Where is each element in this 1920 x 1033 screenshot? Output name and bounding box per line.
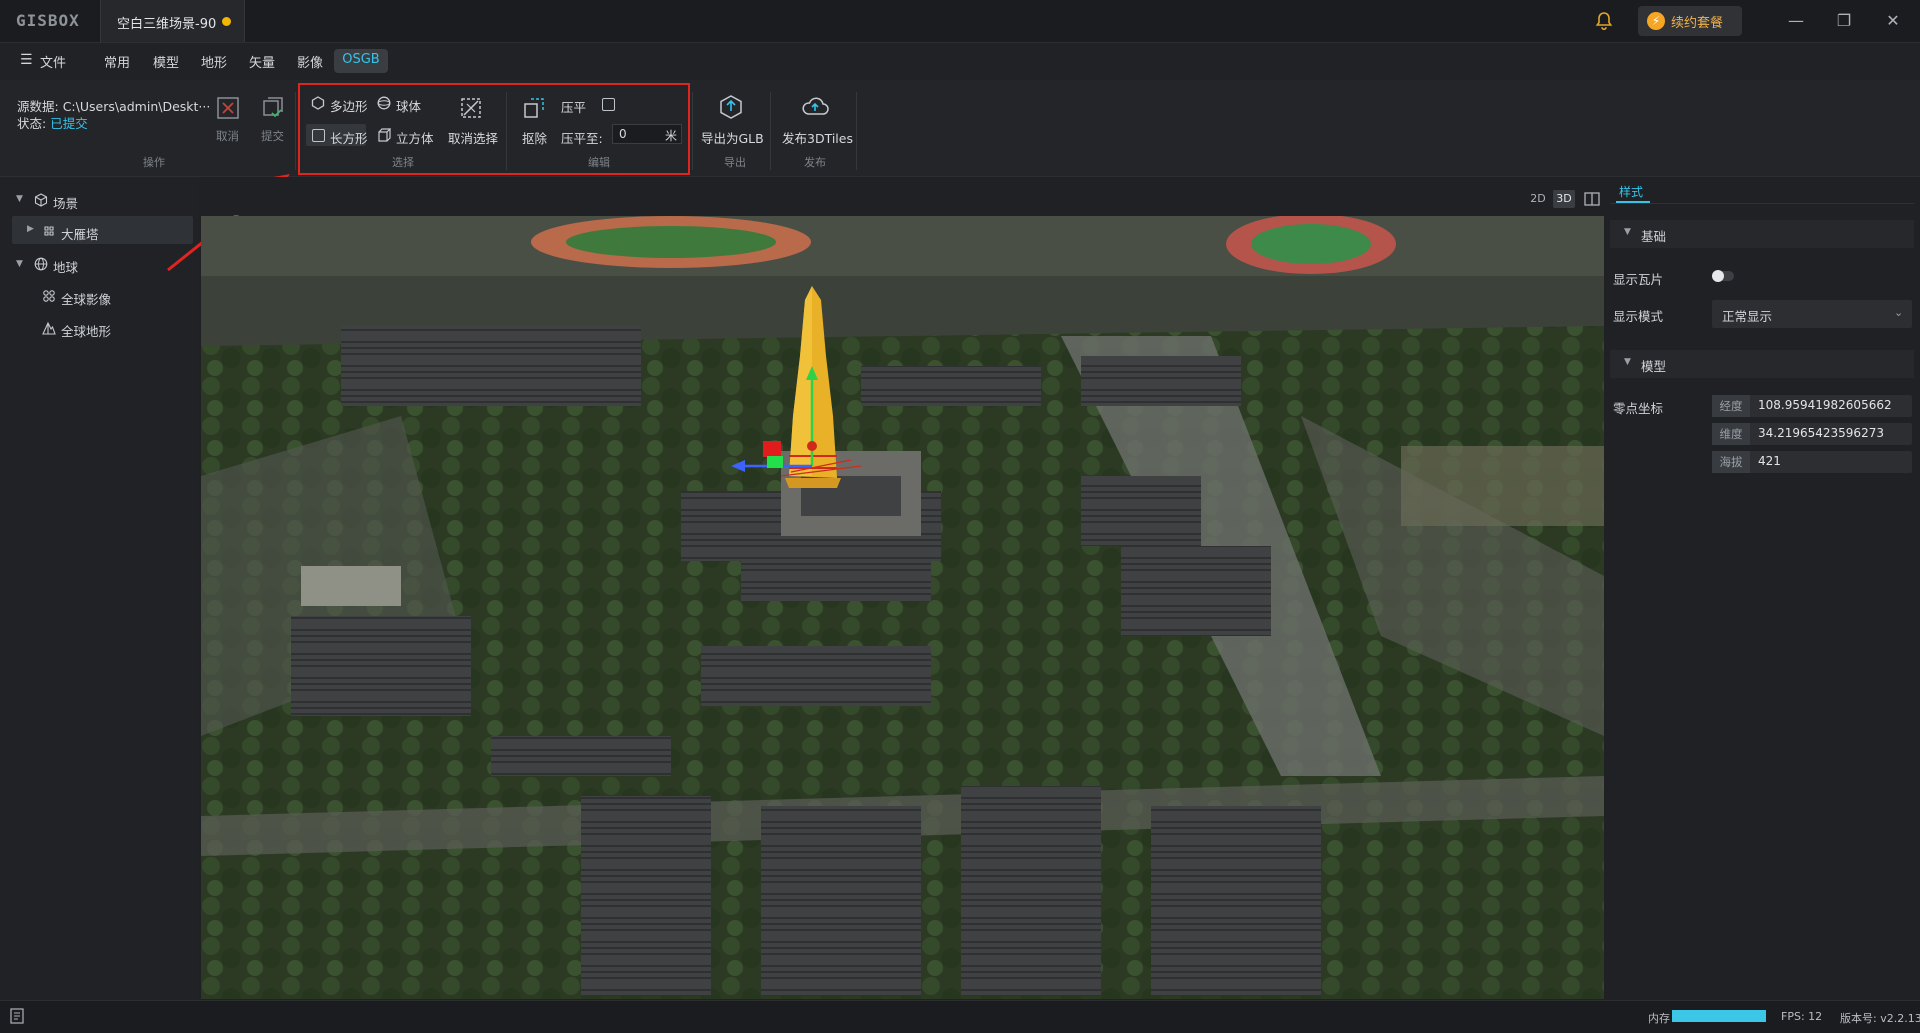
display-mode-select[interactable]: 正常显示 ⌄	[1712, 300, 1912, 328]
aerial-scene-image	[201, 216, 1604, 999]
section-basic-header[interactable]: ▼ 基础	[1610, 220, 1914, 248]
display-mode-label: 显示模式	[1613, 309, 1664, 324]
hamburger-icon[interactable]: ☰	[20, 52, 33, 68]
source-path: C:\Users\admin\Deskt···	[62, 99, 211, 114]
renew-plan-label: 续约套餐	[1671, 16, 1724, 31]
altitude-tag: 海拔	[1712, 451, 1750, 473]
status-value: 已提交	[50, 116, 88, 131]
section-model-header[interactable]: ▼ 模型	[1610, 350, 1914, 378]
memory-label: 内存	[1648, 1012, 1670, 1025]
origin-coords-label: 零点坐标	[1613, 401, 1664, 416]
latitude-value: 34.21965423596273	[1758, 426, 1884, 440]
menu-bar: ☰ 文件 常用 模型 地形 矢量 影像 OSGB	[0, 43, 1920, 79]
export-glb-button[interactable]: 导出为GLB	[701, 128, 764, 147]
close-icon[interactable]: ✕	[1882, 10, 1904, 32]
ribbon-divider	[856, 92, 857, 170]
group-label-export: 导出	[724, 156, 746, 169]
terrain-icon	[42, 321, 56, 335]
tab-style[interactable]: 样式	[1619, 183, 1643, 200]
log-icon[interactable]	[10, 1008, 24, 1024]
collapse-caret-icon: ▼	[1624, 357, 1631, 367]
section-model-title: 模型	[1641, 359, 1667, 374]
tree-earth[interactable]: 地球	[53, 257, 78, 276]
show-tiles-label: 显示瓦片	[1613, 272, 1664, 287]
cancel-button[interactable]: 取消	[216, 128, 239, 144]
version-label: 版本号: v2.2.13	[1840, 1012, 1920, 1025]
ribbon-divider	[692, 92, 693, 170]
view-3d-button[interactable]: 3D	[1553, 190, 1575, 208]
minimize-icon[interactable]: —	[1785, 10, 1807, 32]
unsaved-dot-icon	[222, 17, 231, 26]
model-icon	[44, 226, 54, 236]
menu-common[interactable]: 常用	[104, 52, 130, 71]
ribbon-divider	[295, 92, 296, 170]
view-2d-button[interactable]: 2D	[1527, 190, 1549, 208]
3d-viewport[interactable]	[201, 216, 1604, 999]
latitude-tag: 维度	[1712, 423, 1750, 445]
cancel-x-icon[interactable]	[216, 96, 240, 120]
tree-global-imagery[interactable]: 全球影像	[61, 289, 111, 308]
section-basic-title: 基础	[1641, 229, 1667, 244]
ribbon-divider	[770, 92, 771, 170]
scene-cube-icon	[34, 193, 48, 207]
menu-model[interactable]: 模型	[153, 52, 179, 71]
cloud-upload-icon[interactable]	[801, 94, 829, 120]
display-mode-value: 正常显示	[1722, 309, 1773, 324]
bell-icon[interactable]	[1594, 11, 1614, 31]
latitude-field[interactable]: 维度 34.21965423596273	[1712, 423, 1912, 445]
status-bar	[0, 1000, 1920, 1033]
memory-bar-fill	[1672, 1010, 1766, 1022]
tab-divider	[1610, 203, 1914, 204]
split-view-icon[interactable]	[1584, 192, 1600, 206]
longitude-value: 108.95941982605662	[1758, 398, 1892, 412]
toggle-knob	[1712, 270, 1724, 282]
status-label: 状态: 已提交	[17, 116, 88, 131]
group-label-ops: 操作	[143, 156, 165, 169]
renew-plan-button[interactable]: ⚡ 续约套餐	[1638, 6, 1742, 36]
memory-bar	[1672, 1010, 1766, 1022]
collapse-caret-icon: ▼	[1624, 227, 1631, 237]
document-tab[interactable]: 空白三维场景-90	[100, 0, 245, 42]
expand-caret-icon[interactable]: ▶	[27, 224, 34, 234]
menu-osgb[interactable]: OSGB	[334, 49, 388, 73]
altitude-field[interactable]: 海拔 421	[1712, 451, 1912, 473]
bolt-icon: ⚡	[1647, 12, 1665, 30]
submit-button[interactable]: 提交	[261, 128, 284, 144]
app-logo: GISBOX	[16, 11, 80, 30]
show-tiles-toggle[interactable]	[1712, 270, 1734, 282]
menu-imagery[interactable]: 影像	[297, 52, 323, 71]
menu-osgb-label: OSGB	[342, 52, 380, 67]
submit-icon[interactable]	[261, 96, 285, 120]
tree-scene[interactable]: 场景	[53, 193, 78, 212]
imagery-icon	[43, 290, 55, 302]
export-glb-icon[interactable]	[718, 94, 744, 120]
menu-file[interactable]: 文件	[40, 52, 66, 71]
viewport-toolbar	[200, 177, 1606, 215]
fps-readout: FPS: 12	[1781, 1010, 1823, 1023]
tree-global-terrain[interactable]: 全球地形	[61, 321, 111, 340]
annotation-highlight-box	[298, 83, 690, 175]
tree-item-dayanta[interactable]: 大雁塔	[61, 224, 99, 243]
group-label-publish: 发布	[804, 156, 826, 169]
menu-vector[interactable]: 矢量	[249, 52, 275, 71]
globe-icon	[34, 257, 48, 271]
restore-icon[interactable]: ❐	[1833, 10, 1855, 32]
ribbon-toolbar	[0, 80, 1920, 177]
collapse-caret-icon[interactable]: ▼	[16, 259, 23, 269]
title-bar: GISBOX 空白三维场景-90 ⚡ 续约套餐 — ❐ ✕	[0, 0, 1920, 43]
altitude-value: 421	[1758, 454, 1781, 468]
publish-3dtiles-button[interactable]: 发布3DTiles	[782, 128, 853, 147]
menu-terrain[interactable]: 地形	[201, 52, 227, 71]
collapse-caret-icon[interactable]: ▼	[16, 194, 23, 204]
document-tab-label: 空白三维场景-90	[117, 17, 217, 32]
chevron-down-icon: ⌄	[1894, 306, 1904, 319]
longitude-field[interactable]: 经度 108.95941982605662	[1712, 395, 1912, 417]
longitude-tag: 经度	[1712, 395, 1750, 417]
